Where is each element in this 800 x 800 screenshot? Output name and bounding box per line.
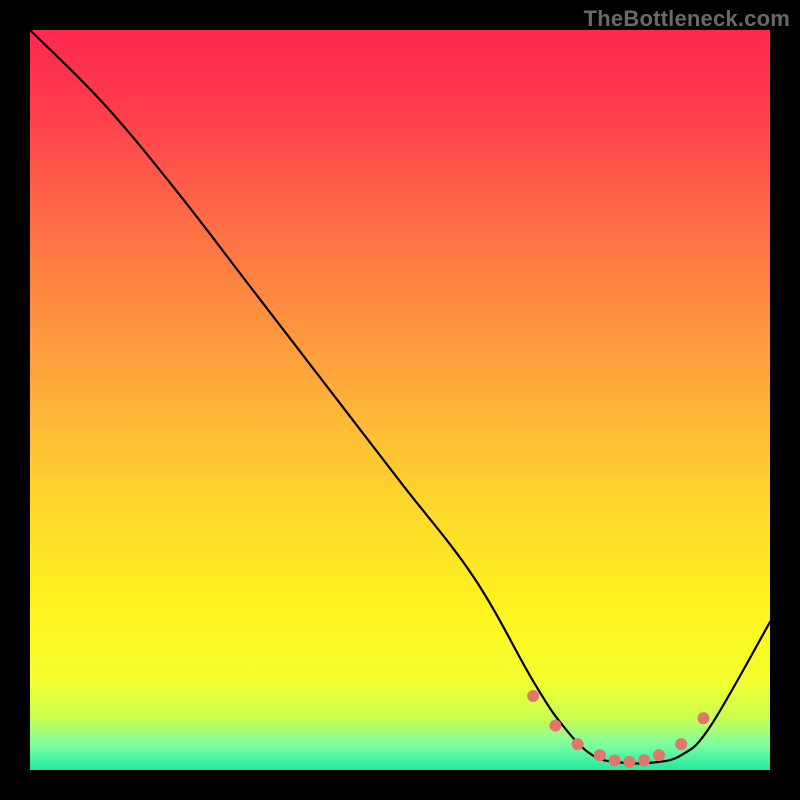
optimal-point (638, 754, 650, 766)
optimal-point (697, 712, 709, 724)
watermark-label: TheBottleneck.com (584, 6, 790, 32)
optimal-point (549, 720, 561, 732)
optimal-point (594, 749, 606, 761)
optimal-point (653, 749, 665, 761)
optimal-point (527, 690, 539, 702)
optimal-point (609, 754, 621, 766)
bottleneck-chart (30, 30, 770, 770)
optimal-point (572, 738, 584, 750)
plot-background (30, 30, 770, 770)
optimal-point (623, 756, 635, 768)
optimal-point (675, 738, 687, 750)
